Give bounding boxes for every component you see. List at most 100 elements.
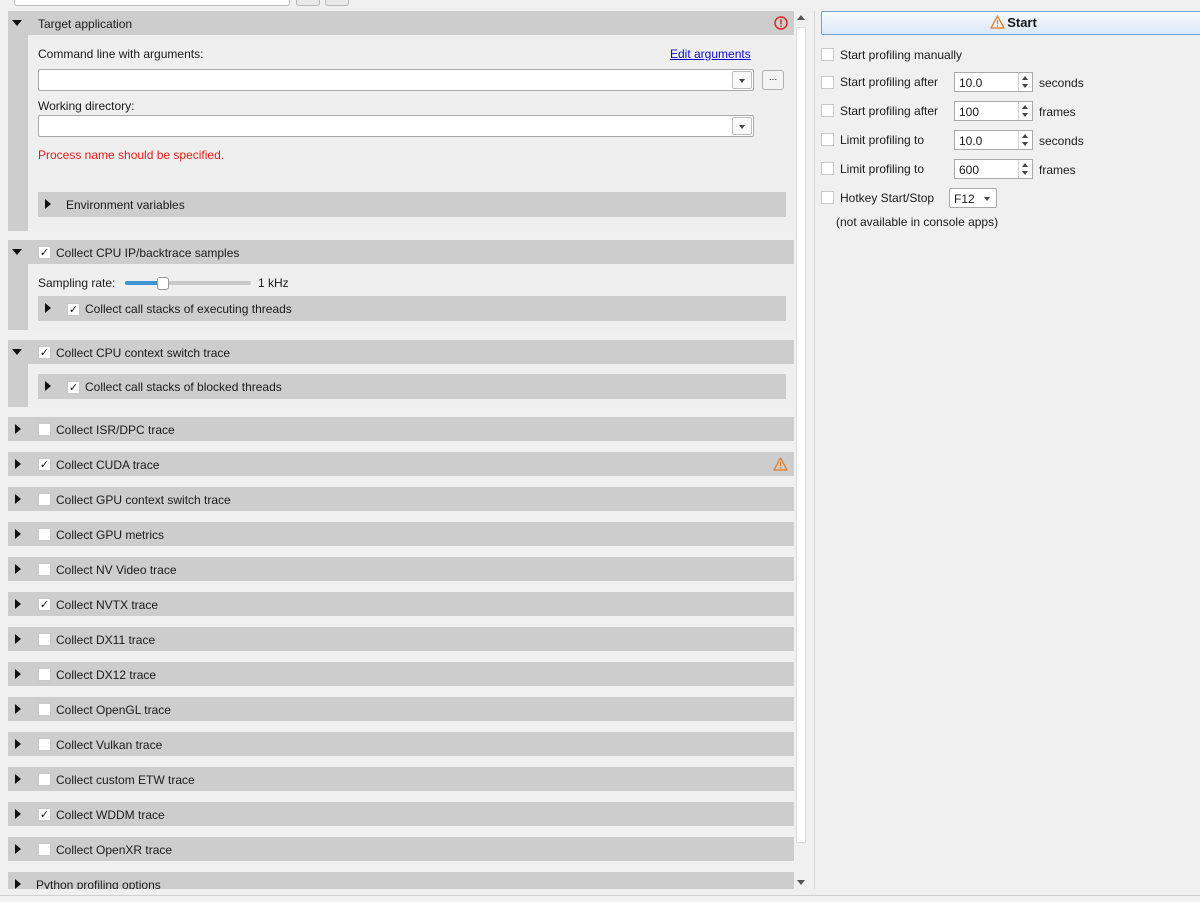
section-checkbox[interactable]: ✓ bbox=[38, 598, 51, 611]
section-checkbox[interactable] bbox=[38, 773, 51, 786]
expand-arrow-icon[interactable] bbox=[45, 381, 51, 391]
limit-seconds-spinbox[interactable]: 10.0 bbox=[954, 130, 1033, 150]
expand-arrow-icon[interactable] bbox=[45, 303, 51, 313]
chevron-down-icon bbox=[984, 197, 990, 201]
expand-arrow-icon[interactable] bbox=[15, 634, 21, 644]
blocked-threads-stacks-header[interactable]: ✓ Collect call stacks of blocked threads bbox=[38, 374, 786, 399]
expand-arrow-icon[interactable] bbox=[15, 879, 21, 889]
start-button[interactable]: Start bbox=[821, 11, 1200, 35]
context-switch-checkbox[interactable]: ✓ bbox=[38, 346, 51, 359]
section-checkbox[interactable] bbox=[38, 738, 51, 751]
section-checkbox[interactable] bbox=[38, 703, 51, 716]
section-python-profiling[interactable]: Python profiling options bbox=[8, 872, 794, 889]
browse-button[interactable]: ... bbox=[762, 70, 784, 90]
command-line-input[interactable] bbox=[38, 69, 754, 91]
spinbox-value: 10.0 bbox=[959, 76, 983, 90]
start-manually-label: Start profiling manually bbox=[840, 48, 963, 62]
working-directory-input[interactable] bbox=[38, 115, 754, 137]
start-after-frames-label: Start profiling after bbox=[840, 104, 939, 118]
error-message: Process name should be specified. bbox=[38, 148, 225, 162]
section-gpu-metrics[interactable]: Collect GPU metrics bbox=[8, 522, 794, 546]
section-title: Collect CUDA trace bbox=[56, 458, 160, 472]
cpu-samples-body: Sampling rate: 1 kHz ✓ Collect call stac… bbox=[8, 264, 794, 330]
command-line-dropdown-button[interactable] bbox=[732, 71, 752, 89]
section-checkbox[interactable]: ✓ bbox=[38, 458, 51, 471]
start-after-seconds-label: Start profiling after bbox=[840, 75, 939, 89]
section-opengl[interactable]: Collect OpenGL trace bbox=[8, 697, 794, 721]
section-checkbox[interactable] bbox=[38, 668, 51, 681]
start-manually-checkbox[interactable] bbox=[821, 48, 834, 61]
expand-arrow-icon[interactable] bbox=[15, 669, 21, 679]
hotkey-checkbox[interactable] bbox=[821, 191, 834, 204]
section-dx11[interactable]: Collect DX11 trace bbox=[8, 627, 794, 651]
section-side-bar bbox=[8, 35, 28, 231]
command-line-label: Command line with arguments: bbox=[38, 47, 204, 61]
expand-arrow-icon[interactable] bbox=[12, 20, 22, 26]
scroll-up-icon[interactable] bbox=[797, 15, 805, 20]
section-title: Collect custom ETW trace bbox=[56, 773, 195, 787]
section-checkbox[interactable]: ✓ bbox=[38, 808, 51, 821]
section-checkbox[interactable] bbox=[38, 493, 51, 506]
expand-arrow-icon[interactable] bbox=[15, 564, 21, 574]
section-cpu-samples[interactable]: ✓ Collect CPU IP/backtrace samples bbox=[8, 240, 794, 264]
start-after-seconds-checkbox[interactable] bbox=[821, 76, 834, 89]
executing-threads-stacks-checkbox[interactable]: ✓ bbox=[67, 303, 80, 316]
expand-arrow-icon[interactable] bbox=[15, 844, 21, 854]
blocked-threads-stacks-checkbox[interactable]: ✓ bbox=[67, 381, 80, 394]
expand-arrow-icon[interactable] bbox=[15, 494, 21, 504]
section-checkbox[interactable] bbox=[38, 563, 51, 576]
top-toolbar-button-2[interactable] bbox=[325, 0, 349, 6]
section-wddm[interactable]: ✓ Collect WDDM trace bbox=[8, 802, 794, 826]
expand-arrow-icon[interactable] bbox=[45, 199, 51, 209]
limit-frames-spinbox[interactable]: 600 bbox=[954, 159, 1033, 179]
spinbox-arrows-icon[interactable] bbox=[1018, 131, 1032, 149]
expand-arrow-icon[interactable] bbox=[15, 599, 21, 609]
expand-arrow-icon[interactable] bbox=[15, 424, 21, 434]
expand-arrow-icon[interactable] bbox=[15, 459, 21, 469]
expand-arrow-icon[interactable] bbox=[12, 349, 22, 355]
warning-icon bbox=[773, 457, 788, 471]
section-target-application[interactable]: Target application bbox=[8, 11, 794, 35]
top-config-combo[interactable] bbox=[14, 0, 290, 6]
spinbox-arrows-icon[interactable] bbox=[1018, 102, 1032, 120]
expand-arrow-icon[interactable] bbox=[12, 249, 22, 255]
spinbox-arrows-icon[interactable] bbox=[1018, 160, 1032, 178]
start-after-frames-checkbox[interactable] bbox=[821, 104, 834, 117]
limit-frames-checkbox[interactable] bbox=[821, 162, 834, 175]
start-after-seconds-spinbox[interactable]: 10.0 bbox=[954, 72, 1033, 92]
expand-arrow-icon[interactable] bbox=[15, 739, 21, 749]
section-gpu-context-switch[interactable]: Collect GPU context switch trace bbox=[8, 487, 794, 511]
expand-arrow-icon[interactable] bbox=[15, 529, 21, 539]
cpu-samples-checkbox[interactable]: ✓ bbox=[38, 246, 51, 259]
section-cuda[interactable]: ✓ Collect CUDA trace bbox=[8, 452, 794, 476]
executing-threads-stacks-header[interactable]: ✓ Collect call stacks of executing threa… bbox=[38, 296, 786, 321]
section-checkbox[interactable] bbox=[38, 843, 51, 856]
section-custom-etw[interactable]: Collect custom ETW trace bbox=[8, 767, 794, 791]
limit-seconds-checkbox[interactable] bbox=[821, 133, 834, 146]
section-checkbox[interactable] bbox=[38, 423, 51, 436]
section-checkbox[interactable] bbox=[38, 528, 51, 541]
environment-variables-header[interactable]: Environment variables bbox=[38, 192, 786, 217]
scroll-thumb[interactable] bbox=[796, 27, 806, 843]
spinbox-arrows-icon[interactable] bbox=[1018, 73, 1032, 91]
section-nv-video[interactable]: Collect NV Video trace bbox=[8, 557, 794, 581]
top-toolbar-button-1[interactable] bbox=[296, 0, 320, 6]
section-isr-dpc[interactable]: Collect ISR/DPC trace bbox=[8, 417, 794, 441]
section-vulkan[interactable]: Collect Vulkan trace bbox=[8, 732, 794, 756]
expand-arrow-icon[interactable] bbox=[15, 809, 21, 819]
section-dx12[interactable]: Collect DX12 trace bbox=[8, 662, 794, 686]
section-nvtx[interactable]: ✓ Collect NVTX trace bbox=[8, 592, 794, 616]
scroll-down-icon[interactable] bbox=[797, 880, 805, 885]
section-checkbox[interactable] bbox=[38, 633, 51, 646]
working-directory-dropdown-button[interactable] bbox=[732, 117, 752, 135]
edit-arguments-link[interactable]: Edit arguments bbox=[670, 47, 751, 61]
spinbox-value: 600 bbox=[959, 163, 980, 177]
section-cpu-context-switch[interactable]: ✓ Collect CPU context switch trace bbox=[8, 340, 794, 364]
hotkey-select[interactable]: F12 bbox=[949, 188, 997, 208]
section-openxr[interactable]: Collect OpenXR trace bbox=[8, 837, 794, 861]
sampling-rate-slider-thumb[interactable] bbox=[157, 277, 169, 290]
settings-scrollbar[interactable] bbox=[794, 11, 808, 889]
start-after-frames-spinbox[interactable]: 100 bbox=[954, 101, 1033, 121]
expand-arrow-icon[interactable] bbox=[15, 774, 21, 784]
expand-arrow-icon[interactable] bbox=[15, 704, 21, 714]
